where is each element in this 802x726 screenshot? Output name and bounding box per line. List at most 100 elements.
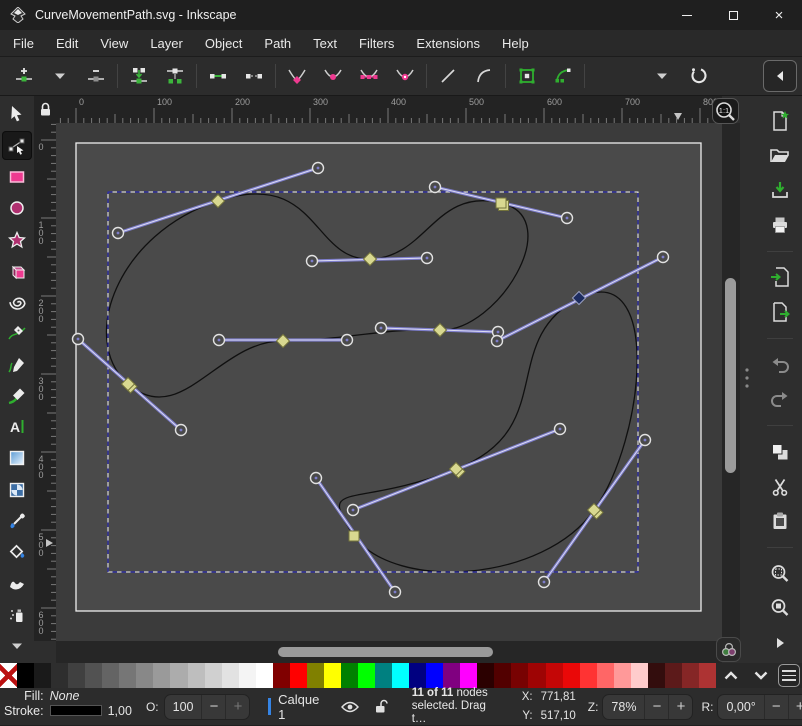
tool-pencil[interactable]	[2, 350, 32, 379]
tool-tweak[interactable]	[2, 569, 32, 598]
vertical-ruler[interactable]: 0100200300400500600	[34, 123, 56, 641]
make-corner-node-button[interactable]	[279, 60, 315, 92]
maximize-button[interactable]	[710, 0, 756, 30]
insert-node-button[interactable]	[6, 60, 42, 92]
swatch-#808000[interactable]	[307, 663, 324, 688]
swatch-#852626[interactable]	[682, 663, 699, 688]
menu-filters[interactable]: Filters	[348, 30, 405, 57]
layer-visibility-toggle[interactable]	[340, 697, 361, 717]
layer-lock-toggle[interactable]	[371, 697, 392, 717]
swatch-#acacac[interactable]	[170, 663, 187, 688]
swatch-#404040[interactable]	[68, 663, 85, 688]
zoom-increase-button[interactable]: +	[668, 695, 692, 719]
swatch-#ff0000[interactable]	[290, 663, 307, 688]
palette-menu-button[interactable]	[778, 664, 800, 687]
swatch-#bebebe[interactable]	[188, 663, 205, 688]
make-auto-smooth-node-button[interactable]	[387, 60, 423, 92]
menu-text[interactable]: Text	[302, 30, 348, 57]
insert-node-dropdown-button[interactable]	[42, 60, 78, 92]
tool-ellipse[interactable]	[2, 194, 32, 223]
tool-star[interactable]	[2, 225, 32, 254]
tool-calligraphy[interactable]	[2, 382, 32, 411]
expand-button[interactable]	[764, 628, 796, 658]
swatch-#5c1a1a[interactable]	[665, 663, 682, 688]
delete-node-button[interactable]	[78, 60, 114, 92]
stroke-to-path-button[interactable]	[545, 60, 581, 92]
swatch-#2e2e2e[interactable]	[51, 663, 68, 688]
cut-button[interactable]	[764, 472, 796, 502]
swatch-#767676[interactable]	[119, 663, 136, 688]
zoom-1-1-button[interactable]: 1:1	[712, 98, 739, 124]
opacity-value[interactable]: 100	[165, 700, 202, 714]
horizontal-ruler[interactable]: 0100200300400500600700800	[56, 96, 722, 123]
swatch-#525252[interactable]	[85, 663, 102, 688]
canvas-viewport[interactable]	[56, 123, 722, 641]
import-button[interactable]	[764, 263, 796, 293]
swatch-#2b0000[interactable]	[477, 663, 494, 688]
make-symmetric-node-button[interactable]	[351, 60, 387, 92]
swatch-#ffcccc[interactable]	[631, 663, 648, 688]
redo-button[interactable]	[764, 384, 796, 414]
opacity-decrease-button[interactable]: −	[201, 695, 225, 719]
swatch-#800000[interactable]	[273, 663, 290, 688]
path-node-cusp[interactable]	[496, 198, 506, 208]
close-button[interactable]: ×	[756, 0, 802, 30]
tool-dropper[interactable]	[2, 507, 32, 536]
swatch-#646464[interactable]	[102, 663, 119, 688]
palette-scroll-up-button[interactable]	[716, 663, 746, 688]
swatch-#f4f4f4[interactable]	[239, 663, 256, 688]
zoom-value[interactable]: 78%	[603, 700, 644, 714]
menu-extensions[interactable]: Extensions	[405, 30, 491, 57]
tool-spiral[interactable]	[2, 288, 32, 317]
tool-rectangle[interactable]	[2, 163, 32, 192]
swatch-#780202[interactable]	[511, 663, 528, 688]
swatch-none[interactable]	[0, 663, 17, 688]
tool-gradient[interactable]	[2, 444, 32, 473]
swatch-#ff3333[interactable]	[580, 663, 597, 688]
swatch-#ff00ff[interactable]	[460, 663, 477, 688]
zoom-drawing-button[interactable]	[764, 594, 796, 624]
path-node-cusp[interactable]	[349, 531, 359, 541]
menu-file[interactable]: File	[2, 30, 45, 57]
swatch-#0000ff[interactable]	[426, 663, 443, 688]
vertical-scrollbar-thumb[interactable]	[725, 278, 736, 473]
swatch-#1a1a1a[interactable]	[34, 663, 51, 688]
tool-node-editor[interactable]	[2, 131, 32, 160]
paste-button[interactable]	[764, 506, 796, 536]
stroke-indicator[interactable]	[50, 705, 102, 716]
zoom-decrease-button[interactable]: −	[644, 695, 668, 719]
swatch-#800080[interactable]	[443, 663, 460, 688]
undo-button[interactable]	[764, 350, 796, 380]
layer-name[interactable]: Calque 1	[278, 692, 325, 722]
swatch-#e2e2e2[interactable]	[222, 663, 239, 688]
swatch-#888888[interactable]	[136, 663, 153, 688]
menu-help[interactable]: Help	[491, 30, 540, 57]
menu-edit[interactable]: Edit	[45, 30, 89, 57]
menu-object[interactable]: Object	[194, 30, 254, 57]
stroke-width-value[interactable]: 1,00	[108, 704, 132, 718]
make-smooth-node-button[interactable]	[315, 60, 351, 92]
tool-spray[interactable]	[2, 601, 32, 630]
opacity-increase-button[interactable]: +	[225, 695, 249, 719]
menu-path[interactable]: Path	[253, 30, 302, 57]
swatch-#d0d0d0[interactable]	[205, 663, 222, 688]
export-button[interactable]	[764, 297, 796, 327]
print-button[interactable]	[764, 210, 796, 240]
menu-layer[interactable]: Layer	[139, 30, 194, 57]
join-nodes-button[interactable]	[121, 60, 157, 92]
tool-selector[interactable]	[2, 100, 32, 129]
swatch-#00ffff[interactable]	[392, 663, 409, 688]
rotation-increase-button[interactable]: +	[788, 695, 802, 719]
save-document-button[interactable]	[764, 175, 796, 205]
duplicate-button[interactable]	[764, 437, 796, 467]
rotation-decrease-button[interactable]: −	[764, 695, 788, 719]
tool-more-tools[interactable]	[2, 632, 32, 661]
swatch-#ff9999[interactable]	[614, 663, 631, 688]
delete-segment-button[interactable]	[236, 60, 272, 92]
swatch-#ff6666[interactable]	[597, 663, 614, 688]
swatch-#330d0d[interactable]	[648, 663, 665, 688]
swatch-#9a9a9a[interactable]	[153, 663, 170, 688]
tool-box-3d[interactable]	[2, 256, 32, 285]
lock-guides-button[interactable]	[34, 96, 56, 123]
vertical-scrollbar[interactable]	[722, 123, 740, 641]
